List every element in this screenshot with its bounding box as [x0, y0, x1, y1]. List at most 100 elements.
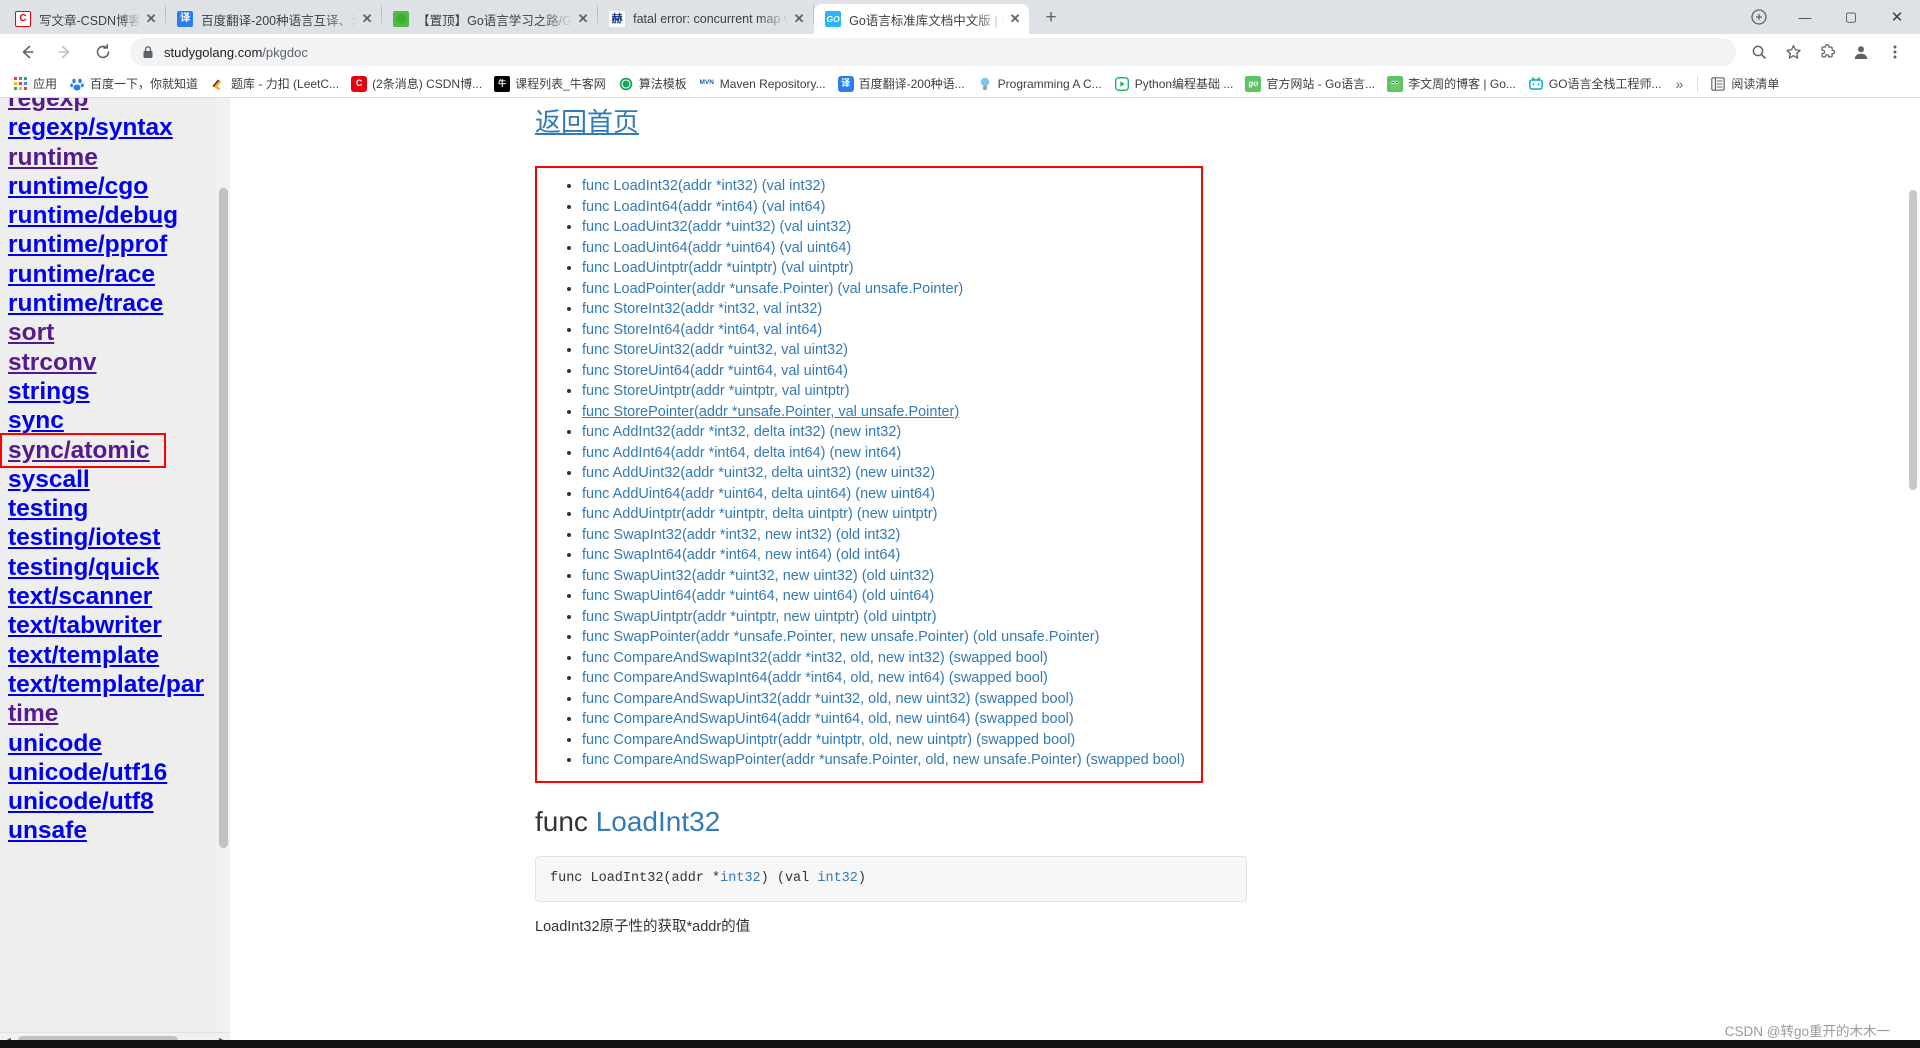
home-link[interactable]: 返回首页	[535, 102, 639, 139]
bookmark-apps[interactable]: 应用	[6, 73, 63, 94]
bookmark-item-baidu-fanyi[interactable]: 译 百度翻译-200种语...	[832, 73, 971, 94]
function-link[interactable]: func LoadInt64(addr *int64) (val int64)	[582, 199, 825, 215]
bookmark-item-golang-official[interactable]: go 官方网站 - Go语言...	[1239, 73, 1381, 94]
function-link[interactable]: func StoreUint64(addr *uint64, val uint6…	[582, 363, 848, 379]
sidebar-package-sync-atomic[interactable]: sync/atomic	[8, 436, 223, 465]
sidebar-package-time[interactable]: time	[8, 699, 223, 728]
extensions-window-icon[interactable]	[1736, 0, 1782, 34]
sidebar-package-regexp-syntax[interactable]: regexp/syntax	[8, 113, 223, 142]
three-dot-menu-icon[interactable]	[1881, 38, 1909, 66]
bookmark-item-python[interactable]: Python编程基础 ...	[1108, 73, 1240, 94]
function-link[interactable]: func SwapUintptr(addr *uintptr, new uint…	[582, 609, 937, 625]
function-link[interactable]: func SwapUint64(addr *uint64, new uint64…	[582, 588, 934, 604]
sidebar-package-strconv[interactable]: strconv	[8, 348, 223, 377]
function-link[interactable]: func AddUint64(addr *uint64, delta uint6…	[582, 486, 935, 502]
browser-tab-1[interactable]: 译 百度翻译-200种语言互译、沟通 ✕	[166, 4, 381, 34]
sidebar-package-runtime-debug[interactable]: runtime/debug	[8, 201, 223, 230]
bookmark-item-leetcode[interactable]: 题库 - 力扣 (LeetC...	[204, 73, 345, 94]
sidebar-package-syscall[interactable]: syscall	[8, 465, 223, 494]
function-link[interactable]: func CompareAndSwapUint64(addr *uint64, …	[582, 711, 1074, 727]
function-link[interactable]: func LoadUintptr(addr *uintptr) (val uin…	[582, 260, 854, 276]
function-link[interactable]: func CompareAndSwapInt32(addr *int32, ol…	[582, 650, 1048, 666]
function-link[interactable]: func StoreInt64(addr *int64, val int64)	[582, 322, 822, 338]
sidebar-package-sync[interactable]: sync	[8, 406, 223, 435]
function-link[interactable]: func LoadUint32(addr *uint32) (val uint3…	[582, 219, 851, 235]
tab-close-icon[interactable]: ✕	[141, 9, 161, 29]
bookmarks-overflow-button[interactable]: »	[1668, 74, 1692, 94]
browser-tab-4-active[interactable]: GO Go语言标准库文档中文版 | Go语 ✕	[814, 4, 1030, 34]
sidebar-package-runtime-race[interactable]: runtime/race	[8, 260, 223, 289]
function-link[interactable]: func SwapPointer(addr *unsafe.Pointer, n…	[582, 629, 1099, 645]
search-page-icon[interactable]	[1745, 38, 1773, 66]
sidebar-package-runtime-cgo[interactable]: runtime/cgo	[8, 172, 223, 201]
address-bar[interactable]: studygolang.com/pkgdoc	[130, 38, 1736, 66]
sidebar-package-unicode[interactable]: unicode	[8, 729, 223, 758]
forward-button[interactable]	[51, 38, 79, 66]
sidebar-package-runtime-trace[interactable]: runtime/trace	[8, 289, 223, 318]
bookmark-item-baidu[interactable]: 百度一下，你就知道	[63, 73, 204, 94]
tab-close-icon[interactable]: ✕	[357, 9, 377, 29]
function-link[interactable]: func LoadPointer(addr *unsafe.Pointer) (…	[582, 281, 963, 297]
bookmark-item-liwenzhou-blog[interactable]: 李文周的博客 | Go...	[1381, 73, 1522, 94]
function-link[interactable]: func LoadInt32(addr *int32) (val int32)	[582, 178, 825, 194]
browser-tab-2[interactable]: 【置顶】Go语言学习之路/Go语 ✕	[382, 4, 597, 34]
page-vertical-scroll-thumb[interactable]	[1909, 190, 1917, 490]
sidebar-package-regexp[interactable]: regexp	[8, 98, 223, 113]
function-link[interactable]: func AddInt64(addr *int64, delta int64) …	[582, 445, 901, 461]
function-link[interactable]: func StorePointer(addr *unsafe.Pointer, …	[582, 404, 959, 420]
function-link[interactable]: func StoreInt32(addr *int32, val int32)	[582, 301, 822, 317]
reload-button[interactable]	[89, 38, 117, 66]
minimize-button[interactable]: —	[1782, 0, 1828, 34]
sidebar-package-strings[interactable]: strings	[8, 377, 223, 406]
sidebar-package-unicode-utf8[interactable]: unicode/utf8	[8, 787, 223, 816]
star-icon[interactable]	[1779, 38, 1807, 66]
function-link[interactable]: func CompareAndSwapUint32(addr *uint32, …	[582, 691, 1074, 707]
tab-close-icon[interactable]: ✕	[573, 9, 593, 29]
extensions-icon[interactable]	[1813, 38, 1841, 66]
bookmarks-bar: 应用 百度一下，你就知道 题库 - 力扣 (LeetC... C (2条消息) …	[0, 70, 1920, 98]
function-link[interactable]: func SwapInt64(addr *int64, new int64) (…	[582, 547, 900, 563]
sidebar-package-unicode-utf16[interactable]: unicode/utf16	[8, 758, 223, 787]
function-link[interactable]: func CompareAndSwapPointer(addr *unsafe.…	[582, 752, 1185, 768]
sidebar-package-text-scanner[interactable]: text/scanner	[8, 582, 223, 611]
function-link[interactable]: func SwapUint32(addr *uint32, new uint32…	[582, 568, 934, 584]
sidebar-vertical-scrollbar[interactable]	[216, 98, 230, 1048]
bookmark-item-programming-a-c[interactable]: Programming A C...	[971, 74, 1108, 94]
sidebar-package-testing-iotest[interactable]: testing/iotest	[8, 523, 223, 552]
page-vertical-scrollbar[interactable]	[1905, 98, 1920, 1048]
new-tab-button[interactable]: +	[1037, 4, 1065, 32]
sidebar-package-runtime-pprof[interactable]: runtime/pprof	[8, 230, 223, 259]
back-button[interactable]	[13, 38, 41, 66]
tab-close-icon[interactable]: ✕	[789, 9, 809, 29]
browser-tab-3[interactable]: 赫 fatal error: concurrent map wri ✕	[598, 4, 813, 34]
profile-avatar-icon[interactable]	[1847, 38, 1875, 66]
bookmark-item-nowcoder[interactable]: 牛 课程列表_牛客网	[488, 73, 612, 94]
bookmark-item-algorithm-template[interactable]: 算法模板	[612, 73, 693, 94]
function-link[interactable]: func StoreUintptr(addr *uintptr, val uin…	[582, 383, 850, 399]
bookmark-item-maven[interactable]: MVN Maven Repository...	[693, 74, 832, 94]
sidebar-package-testing[interactable]: testing	[8, 494, 223, 523]
sidebar-package-text-tabwriter[interactable]: text/tabwriter	[8, 611, 223, 640]
function-link[interactable]: func LoadUint64(addr *uint64) (val uint6…	[582, 240, 851, 256]
tab-close-icon[interactable]: ✕	[1005, 9, 1025, 29]
bookmark-item-go-fullstack[interactable]: GO语言全栈工程师...	[1522, 73, 1668, 94]
close-window-button[interactable]: ✕	[1874, 0, 1920, 34]
function-link[interactable]: func SwapInt32(addr *int32, new int32) (…	[582, 527, 900, 543]
sidebar-package-testing-quick[interactable]: testing/quick	[8, 553, 223, 582]
browser-tab-0[interactable]: C 写文章-CSDN博客 ✕	[4, 4, 165, 34]
reading-list-button[interactable]: 阅读清单	[1704, 73, 1785, 94]
function-link[interactable]: func StoreUint32(addr *uint32, val uint3…	[582, 342, 848, 358]
bookmark-item-csdn[interactable]: C (2条消息) CSDN博...	[345, 73, 488, 94]
maximize-button[interactable]: ▢	[1828, 0, 1874, 34]
function-link[interactable]: func AddInt32(addr *int32, delta int32) …	[582, 424, 901, 440]
function-link[interactable]: func CompareAndSwapInt64(addr *int64, ol…	[582, 670, 1048, 686]
sidebar-package-sort[interactable]: sort	[8, 318, 223, 347]
sidebar-vertical-scroll-thumb[interactable]	[219, 188, 228, 848]
sidebar-package-unsafe[interactable]: unsafe	[8, 816, 223, 845]
sidebar-package-runtime[interactable]: runtime	[8, 143, 223, 172]
sidebar-package-text-template-par[interactable]: text/template/par	[8, 670, 223, 699]
function-link[interactable]: func AddUint32(addr *uint32, delta uint3…	[582, 465, 935, 481]
function-link[interactable]: func CompareAndSwapUintptr(addr *uintptr…	[582, 732, 1075, 748]
function-link[interactable]: func AddUintptr(addr *uintptr, delta uin…	[582, 506, 937, 522]
sidebar-package-text-template[interactable]: text/template	[8, 641, 223, 670]
